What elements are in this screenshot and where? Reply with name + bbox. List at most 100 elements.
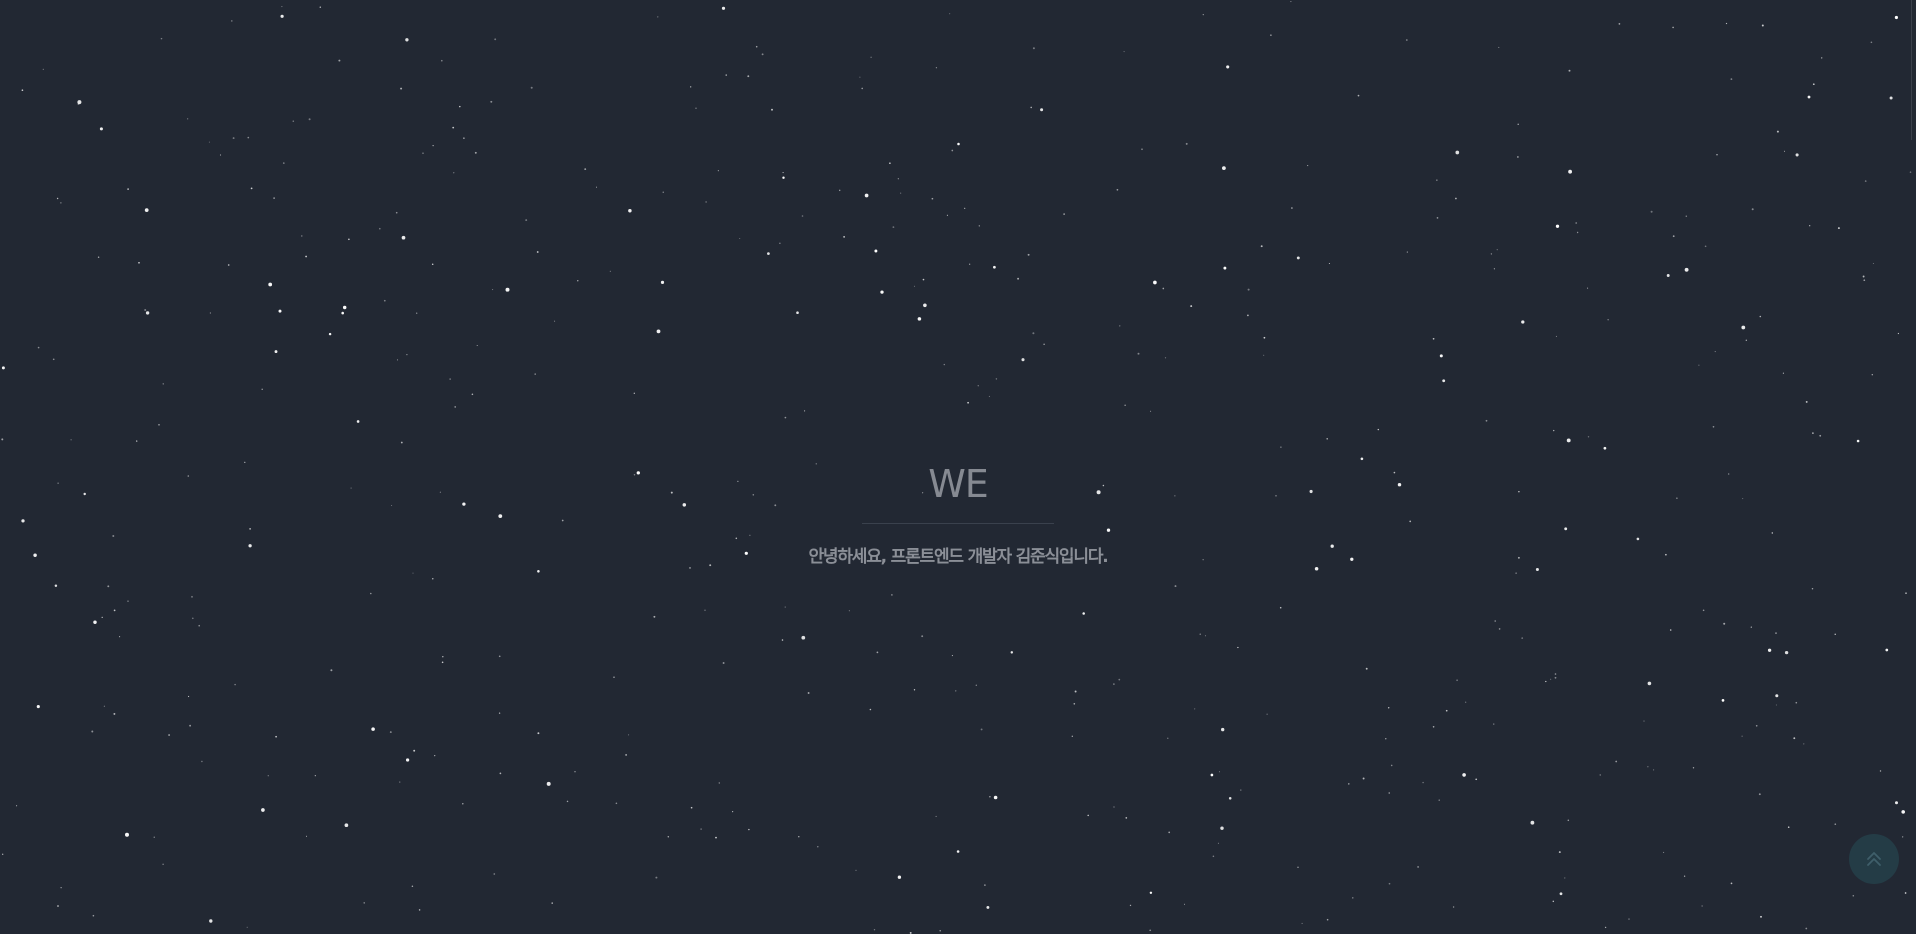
star <box>1279 606 1282 609</box>
star <box>946 214 948 216</box>
star <box>219 154 222 156</box>
star <box>1405 39 1408 41</box>
star <box>1837 227 1840 230</box>
star <box>1618 23 1621 25</box>
star <box>1615 760 1618 763</box>
star <box>273 197 275 199</box>
star <box>432 145 434 147</box>
star <box>1819 434 1822 437</box>
star <box>784 606 786 608</box>
star <box>956 850 960 853</box>
star <box>1607 319 1609 321</box>
star <box>113 712 116 715</box>
double-chevron-up-icon <box>1867 852 1881 866</box>
star <box>1141 148 1143 151</box>
star <box>1901 810 1905 814</box>
star <box>1475 778 1478 781</box>
star <box>534 373 536 375</box>
star <box>1775 632 1777 634</box>
star <box>935 815 937 817</box>
star <box>1307 165 1309 167</box>
star <box>1210 773 1214 777</box>
star <box>319 6 322 8</box>
star <box>957 142 960 146</box>
star <box>530 86 533 89</box>
star <box>1185 142 1188 145</box>
star <box>1650 210 1653 213</box>
star <box>1422 781 1424 784</box>
star <box>1452 906 1455 908</box>
star <box>978 225 980 227</box>
star <box>209 919 213 923</box>
star <box>1194 708 1196 710</box>
star <box>1576 231 1579 234</box>
scrollbar-thumb[interactable] <box>1911 0 1916 140</box>
star <box>536 251 539 253</box>
star <box>119 636 121 638</box>
star <box>57 905 59 907</box>
star <box>411 885 414 887</box>
star <box>153 836 155 838</box>
star <box>422 152 424 154</box>
star <box>400 87 403 90</box>
star <box>412 572 414 574</box>
star <box>379 227 381 230</box>
star <box>967 401 969 404</box>
star <box>1063 213 1065 215</box>
scroll-top-button[interactable] <box>1849 834 1899 884</box>
star <box>1852 894 1855 897</box>
star <box>1603 446 1607 450</box>
star <box>314 775 316 777</box>
star <box>92 914 95 917</box>
star <box>1834 633 1836 635</box>
star <box>1074 690 1077 693</box>
star <box>1167 737 1169 739</box>
star <box>874 249 878 253</box>
star <box>144 309 147 311</box>
star <box>796 311 799 315</box>
star <box>1760 915 1762 918</box>
star <box>476 344 478 347</box>
star <box>474 151 477 154</box>
star <box>1465 701 1467 703</box>
star <box>859 76 861 78</box>
star <box>1685 215 1688 217</box>
star <box>1027 253 1030 256</box>
star <box>1864 180 1867 182</box>
star <box>1643 720 1645 722</box>
star <box>493 873 496 875</box>
star <box>434 754 436 757</box>
star <box>747 75 750 78</box>
star <box>1455 150 1460 155</box>
star <box>1550 678 1552 680</box>
star <box>1490 253 1493 255</box>
star <box>986 905 990 909</box>
star <box>1568 169 1572 174</box>
star <box>1811 588 1814 590</box>
star <box>1587 287 1589 289</box>
star <box>91 730 94 733</box>
star <box>77 103 80 105</box>
star <box>577 280 579 282</box>
star <box>1745 339 1747 341</box>
star <box>939 930 941 932</box>
star <box>1628 918 1630 920</box>
star <box>1388 882 1391 885</box>
star <box>16 805 18 807</box>
star <box>413 749 416 752</box>
star <box>1530 820 1535 825</box>
star <box>1653 769 1655 771</box>
star <box>442 655 444 658</box>
star <box>861 87 864 90</box>
star <box>628 734 630 736</box>
star <box>1432 726 1435 728</box>
star <box>838 189 841 192</box>
star <box>537 570 540 573</box>
star <box>1388 792 1390 794</box>
star <box>1712 425 1715 428</box>
star <box>201 760 203 763</box>
star <box>1870 41 1873 44</box>
star <box>1436 217 1439 219</box>
star <box>761 53 764 56</box>
star <box>989 796 991 798</box>
